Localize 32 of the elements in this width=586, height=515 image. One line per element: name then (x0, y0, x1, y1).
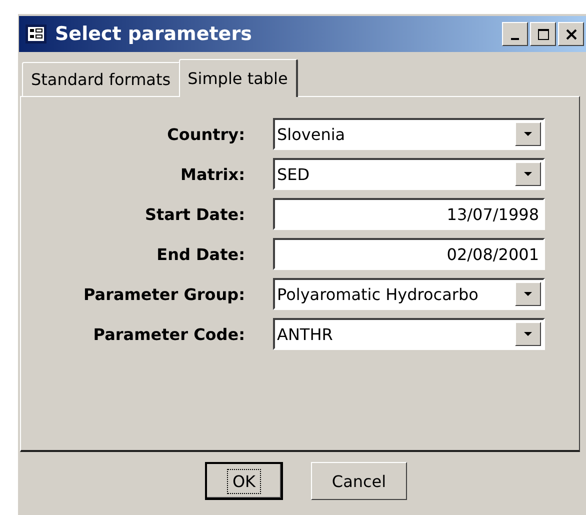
minimize-icon (511, 38, 519, 40)
close-icon (566, 28, 576, 40)
dropdown-button[interactable] (515, 282, 541, 306)
field-label: Matrix: (180, 164, 245, 184)
field-label: Parameter Group: (82, 284, 245, 304)
cancel-button[interactable]: Cancel (311, 462, 407, 500)
dropdown-button[interactable] (515, 162, 541, 186)
caret-icon (524, 292, 532, 296)
caret-icon (524, 132, 532, 136)
field-label: Country: (166, 124, 245, 144)
maximize-icon (538, 28, 548, 40)
maximize-button[interactable] (530, 22, 556, 46)
date-field[interactable]: 02/08/2001 (273, 238, 545, 270)
dropdown-button[interactable] (515, 322, 541, 346)
field-label: End Date: (156, 244, 245, 264)
combo-box[interactable]: SED (273, 158, 545, 190)
form-icon (25, 24, 47, 44)
caret-icon (524, 172, 532, 176)
combo-box[interactable]: ANTHR (273, 318, 545, 350)
window-title: Select parameters (55, 23, 253, 45)
combo-box[interactable]: Slovenia (273, 118, 545, 150)
tab[interactable]: Standard formats (22, 62, 180, 96)
dropdown-button[interactable] (515, 122, 541, 146)
ok-button[interactable]: OK (205, 462, 283, 500)
field-label: Start Date: (144, 204, 245, 224)
date-field[interactable]: 13/07/1998 (273, 198, 545, 230)
combo-box[interactable]: Polyaromatic Hydrocarbo (273, 278, 545, 310)
caret-icon (524, 332, 532, 336)
tab[interactable]: Simple table (178, 59, 298, 97)
field-label: Parameter Code: (92, 324, 245, 344)
close-button[interactable] (558, 22, 584, 46)
minimize-button[interactable] (502, 22, 528, 46)
